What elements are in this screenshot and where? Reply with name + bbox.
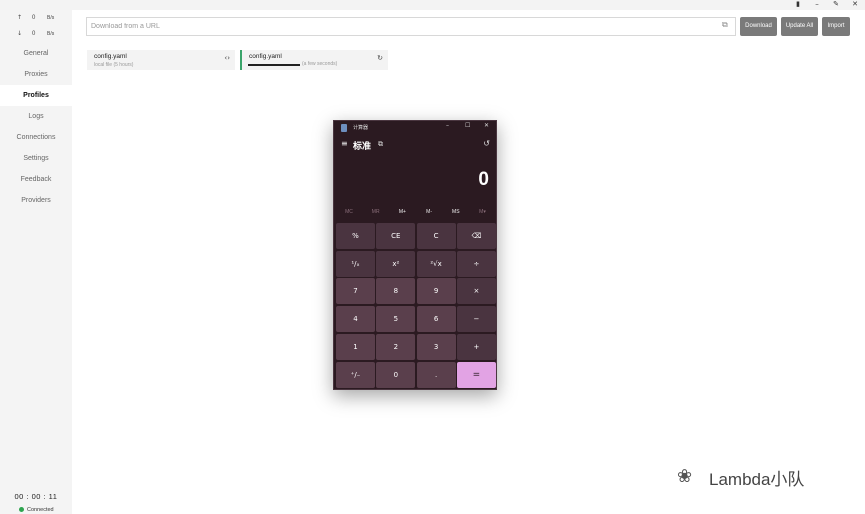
keep-on-top-icon[interactable]: ⧉ [378, 140, 383, 149]
calc-key[interactable]: 6 [416, 306, 456, 333]
upload-unit: B/s [47, 15, 55, 21]
download-row: ↓ 0 B/s [0, 29, 72, 39]
sidebar-item-proxies[interactable]: Proxies [0, 64, 72, 85]
calculator-window: 计算器 – ☐ ✕ ≡ 标准 ⧉ ↺ 0 MC MR M+ M- MS M▾ % CE C ⌫ ¹… [333, 120, 497, 390]
download-arrow-icon: ↓ [17, 30, 23, 37]
sidebar-item-providers[interactable]: Providers [0, 190, 72, 211]
status-dot-icon [19, 507, 24, 513]
calc-key[interactable]: C [416, 223, 456, 249]
status-label: Connected [27, 507, 54, 513]
memory-button[interactable]: M- [416, 209, 442, 215]
calc-key[interactable]: ¹/ₓ [336, 250, 375, 277]
wechat-icon: ❀ [677, 466, 693, 487]
minimize-icon[interactable]: – [808, 0, 826, 10]
calc-close-icon[interactable]: ✕ [484, 122, 489, 129]
memory-button[interactable]: M+ [389, 209, 415, 215]
calc-key[interactable]: ÷ [456, 250, 496, 277]
profile-detail: (a few seconds) [302, 61, 338, 67]
profile-progress-fill [248, 64, 300, 66]
calc-key[interactable]: 9 [416, 278, 456, 305]
calc-key[interactable]: 5 [376, 306, 416, 333]
calc-key[interactable]: 7 [336, 278, 375, 305]
sidebar-item-profiles[interactable]: Profiles [0, 85, 72, 106]
calc-maximize-icon[interactable]: ☐ [465, 122, 470, 129]
menu-icon[interactable]: ≡ [341, 139, 348, 148]
sidebar-nav: General Proxies Profiles Logs Connection… [0, 43, 72, 211]
pencil-icon[interactable]: ✎ [827, 0, 845, 10]
pin-icon[interactable]: ▮ [789, 0, 807, 10]
profile-card[interactable]: config.yaml local file (5 hours) ‹› [87, 50, 235, 70]
calc-key[interactable]: 3 [416, 333, 456, 360]
paste-icon[interactable]: ⧉ [722, 20, 732, 32]
profile-progress-bar [248, 64, 300, 66]
memory-row: MC MR M+ M- MS M▾ [336, 209, 496, 219]
calc-key[interactable]: ²√x [416, 250, 456, 277]
calc-key[interactable]: . [416, 361, 456, 388]
calculator-title: 计算器 [353, 125, 369, 131]
uptime-timer: 00 : 00 : 11 [14, 492, 58, 501]
calc-key[interactable]: 0 [376, 361, 416, 388]
url-input[interactable] [91, 19, 711, 34]
calc-key[interactable]: + [456, 333, 496, 360]
traffic-monitor: ↑ 0 B/s ↓ 0 B/s [0, 10, 72, 46]
calc-key[interactable]: % [336, 223, 375, 249]
memory-button[interactable]: M▾ [470, 209, 496, 215]
calc-key[interactable]: 1 [336, 333, 375, 360]
profile-name: config.yaml [249, 53, 282, 60]
sidebar-item-settings[interactable]: Settings [0, 148, 72, 169]
url-bar: ⧉ [86, 17, 736, 36]
memory-button[interactable]: MS [443, 209, 469, 215]
sidebar: ↑ 0 B/s ↓ 0 B/s General Proxies Profiles… [0, 10, 72, 514]
code-icon[interactable]: ‹› [224, 54, 230, 62]
calc-key[interactable]: x² [376, 250, 416, 277]
calc-minimize-icon[interactable]: – [446, 122, 449, 129]
calculator-mode: 标准 [353, 141, 372, 151]
calc-key[interactable]: − [456, 306, 496, 333]
update-all-button[interactable]: Update All [781, 17, 818, 36]
profile-name: config.yaml [94, 53, 127, 60]
calc-key[interactable]: ⌫ [456, 223, 496, 249]
watermark: ❀ Lambda小队 [677, 463, 804, 491]
calc-key[interactable]: ⁺/₋ [336, 361, 375, 388]
calc-key[interactable]: = [456, 361, 496, 388]
download-unit: B/s [47, 31, 55, 37]
connection-status: Connected [19, 507, 54, 513]
history-icon[interactable]: ↺ [483, 139, 490, 148]
download-button[interactable]: Download [740, 17, 777, 36]
upload-value: 0 [32, 15, 36, 21]
profile-card-selected[interactable]: config.yaml (a few seconds) ↻ [240, 50, 388, 70]
memory-button[interactable]: MR [363, 209, 389, 215]
profile-detail: local file (5 hours) [94, 62, 134, 68]
calculator-app-icon [341, 124, 347, 132]
memory-button[interactable]: MC [336, 209, 362, 215]
watermark-text: Lambda小队 [709, 469, 805, 489]
window-titlebar: ▮ – ✎ ✕ [0, 0, 865, 10]
calculator-display: 0 [478, 169, 489, 190]
calc-key[interactable]: 8 [376, 278, 416, 305]
sidebar-item-connections[interactable]: Connections [0, 127, 72, 148]
import-button[interactable]: Import [822, 17, 850, 36]
calc-key[interactable]: 4 [336, 306, 375, 333]
download-value: 0 [32, 31, 36, 37]
upload-arrow-icon: ↑ [17, 14, 23, 21]
sidebar-item-logs[interactable]: Logs [0, 106, 72, 127]
calc-key[interactable]: CE [376, 223, 416, 249]
calc-key[interactable]: 2 [376, 333, 416, 360]
close-icon[interactable]: ✕ [846, 0, 864, 10]
calculator-titlebar: 计算器 – ☐ ✕ [334, 121, 498, 135]
calc-key[interactable]: × [456, 278, 496, 305]
refresh-icon[interactable]: ↻ [377, 54, 383, 62]
sidebar-item-general[interactable]: General [0, 43, 72, 64]
sidebar-item-feedback[interactable]: Feedback [0, 169, 72, 190]
upload-row: ↑ 0 B/s [0, 13, 72, 23]
